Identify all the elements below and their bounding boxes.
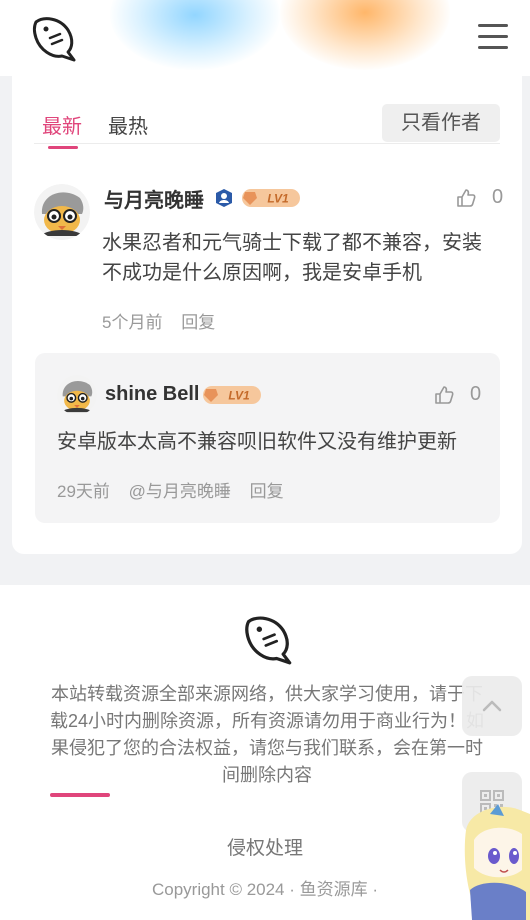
fish-logo-icon — [245, 616, 292, 665]
like-button[interactable]: 0 — [456, 186, 503, 209]
like-count: 0 — [470, 383, 482, 405]
site-footer: 本站转载资源全部来源网络，供大家学习使用，请于下载24小时内删除资源，所有资源请… — [0, 585, 530, 920]
top-header — [0, 0, 530, 76]
comment-text: 水果忍者和元气骑士下载了都不兼容，安装不成功是什么原因啊，我是安卓手机 — [102, 232, 482, 284]
svg-text:LV1: LV1 — [267, 192, 289, 206]
level-badge: LV1 — [242, 189, 300, 207]
thumbs-up-icon — [457, 188, 476, 207]
reply-meta: 29天前 @与月亮晚睡 回复 — [57, 477, 298, 502]
author-only-button[interactable]: 只看作者 — [382, 104, 500, 142]
level-badge: LV1 — [203, 386, 261, 404]
comment-meta: 5个月前 回复 — [102, 308, 229, 333]
accent-divider — [50, 793, 110, 797]
reply-box: shine Bell LV1 0 安卓版本太高不兼容呗旧软件又没有维护更新 29… — [35, 353, 500, 523]
scroll-top-button[interactable] — [462, 676, 522, 736]
comment-tabs: 最新 最热 只看作者 — [34, 100, 500, 149]
disclaimer-text: 本站转载资源全部来源网络，供大家学习使用，请于下载24小时内删除资源，所有资源请… — [49, 684, 485, 785]
reply-button[interactable]: 回复 — [250, 482, 284, 501]
comment-username[interactable]: 与月亮晚睡 — [104, 184, 204, 213]
comments-card: 最新 最热 只看作者 与月亮晚睡 LV1 0 水果忍者和元气骑士下载了都不兼容，… — [12, 70, 522, 554]
fish-logo-icon[interactable] — [30, 14, 78, 62]
header-decoration-blue — [110, 0, 280, 70]
comment-time: 5个月前 — [102, 313, 163, 332]
reply-text: 安卓版本太高不兼容呗旧软件又没有维护更新 — [57, 431, 457, 453]
infringement-link[interactable]: 侵权处理 — [0, 833, 530, 860]
reply-time: 29天前 — [57, 482, 110, 501]
like-button[interactable]: 0 — [434, 383, 481, 406]
chevron-up-icon — [482, 700, 502, 712]
tab-hottest[interactable]: 最热 — [108, 110, 148, 139]
avatar[interactable] — [34, 184, 90, 240]
reply-username[interactable]: shine Bell — [105, 383, 199, 406]
reply-button[interactable]: 回复 — [181, 313, 215, 332]
svg-text:LV1: LV1 — [228, 389, 250, 403]
thumbs-up-icon — [435, 385, 454, 404]
like-count: 0 — [492, 186, 504, 208]
anime-mascot-image — [464, 804, 530, 920]
copyright-text: Copyright © 2024 · 鱼资源库 · — [151, 880, 379, 899]
tab-latest[interactable]: 最新 — [42, 110, 82, 149]
hamburger-menu-icon[interactable] — [478, 24, 508, 50]
user-badge-icon — [216, 189, 232, 207]
avatar[interactable] — [57, 375, 97, 415]
mention-link[interactable]: @与月亮晚睡 — [129, 482, 231, 501]
header-decoration-orange — [280, 0, 450, 70]
